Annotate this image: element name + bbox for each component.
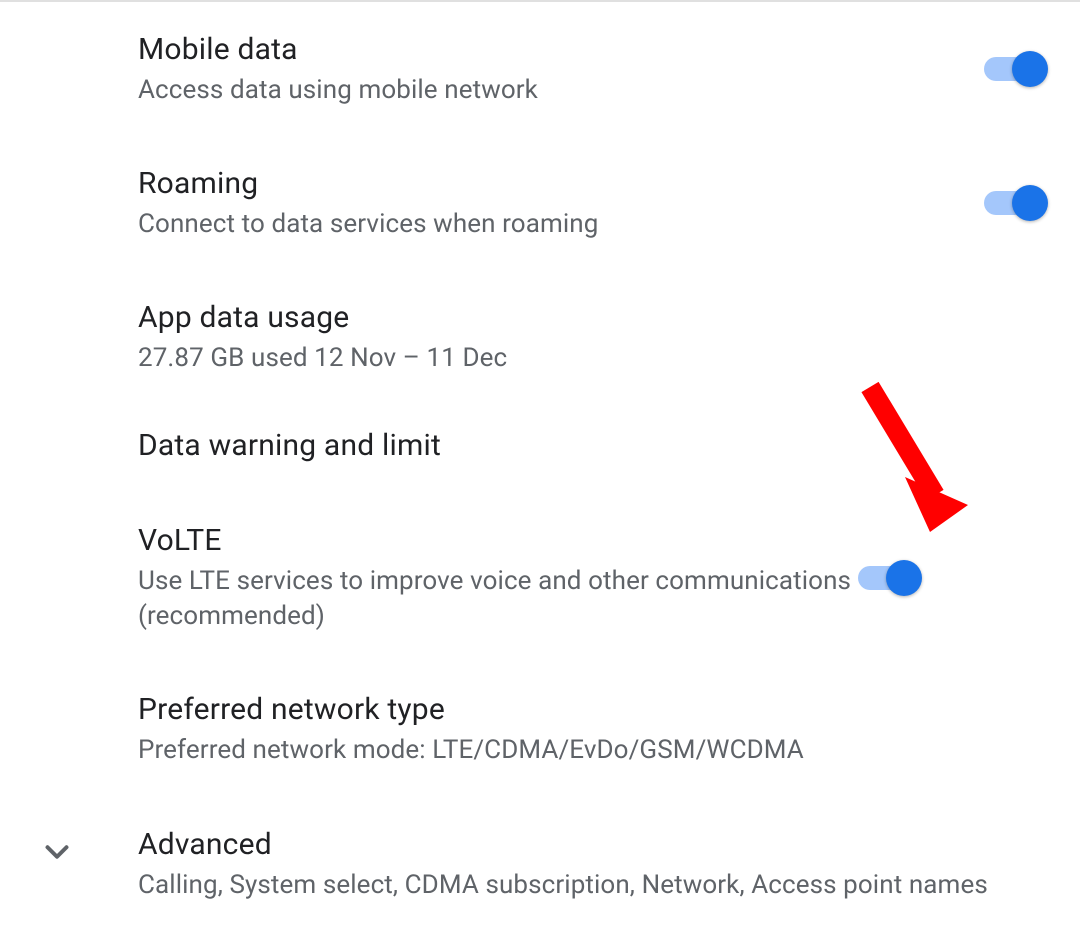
setting-text-block: Advanced Calling, System select, CDMA su… [138,825,1042,903]
setting-text-block: Preferred network type Preferred network… [138,690,1042,768]
setting-title: Data warning and limit [138,426,1042,465]
setting-title: Advanced [138,825,1042,864]
toggle-thumb [1012,185,1048,221]
setting-text-block: VoLTE Use LTE services to improve voice … [138,521,858,634]
setting-data-warning-limit[interactable]: Data warning and limit [38,426,1042,521]
mobile-data-toggle[interactable] [984,57,1042,81]
setting-preferred-network-type[interactable]: Preferred network type Preferred network… [38,690,1042,824]
setting-mobile-data[interactable]: Mobile data Access data using mobile net… [38,30,1042,164]
toggle-thumb [1012,51,1048,87]
setting-roaming[interactable]: Roaming Connect to data services when ro… [38,164,1042,298]
setting-subtitle: Use LTE services to improve voice and ot… [138,564,858,634]
setting-title: VoLTE [138,521,858,560]
chevron-down-icon [38,833,76,875]
settings-list: Mobile data Access data using mobile net… [0,2,1080,933]
toggle-thumb [886,560,922,596]
volte-toggle[interactable] [858,566,916,590]
setting-text-block: Roaming Connect to data services when ro… [138,164,984,242]
setting-subtitle: Preferred network mode: LTE/CDMA/EvDo/GS… [138,733,1042,768]
setting-subtitle: Access data using mobile network [138,73,984,108]
setting-advanced[interactable]: Advanced Calling, System select, CDMA su… [38,825,1042,933]
setting-subtitle: 27.87 GB used 12 Nov – 11 Dec [138,341,1042,376]
setting-title: Mobile data [138,30,984,69]
setting-text-block: Mobile data Access data using mobile net… [138,30,984,108]
roaming-toggle[interactable] [984,191,1042,215]
setting-volte[interactable]: VoLTE Use LTE services to improve voice … [38,521,1042,690]
setting-subtitle: Connect to data services when roaming [138,207,984,242]
setting-app-data-usage[interactable]: App data usage 27.87 GB used 12 Nov – 11… [38,298,1042,426]
setting-subtitle: Calling, System select, CDMA subscriptio… [138,868,1042,903]
setting-title: App data usage [138,298,1042,337]
setting-text-block: Data warning and limit [138,426,1042,465]
setting-title: Preferred network type [138,690,1042,729]
setting-title: Roaming [138,164,984,203]
setting-text-block: App data usage 27.87 GB used 12 Nov – 11… [138,298,1042,376]
